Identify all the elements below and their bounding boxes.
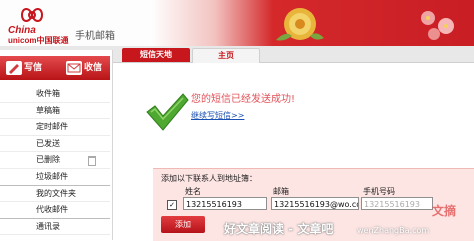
contact-email-input[interactable]: 13215516193@wo.com.cn [271,197,359,210]
peony-decoration-icon [276,8,324,41]
sidebar-item-sent[interactable]: 已发送 [0,136,110,153]
mail-action-bar: 写信 收信 [0,56,110,80]
app-name: 手机邮箱 [75,31,115,42]
envelope-icon [66,60,82,75]
unicom-logo-icon [20,8,44,22]
plum-blossom-decoration-icon [421,11,454,40]
write-mail-button[interactable]: 写信 [6,59,58,77]
sidebar-item-deleted-label: 已删除 [36,155,60,165]
sidebar-item-my-folders[interactable]: 我的文件夹 [0,186,110,203]
success-message: 您的短信已经发送成功! [191,94,296,105]
pencil-icon [6,60,22,75]
sidebar-item-collected-mail[interactable]: 代收邮件 [0,202,110,219]
sidebar-item-inbox[interactable]: 收件箱 [0,86,110,103]
folder-list: 收件箱 草稿箱 定时邮件 已发送 已删除 垃圾邮件 我的文件夹 代收邮件 通讯录 [0,86,110,236]
column-header-email: 邮箱 [273,187,289,196]
logo-text-unicom: unicom中国联通 [8,36,69,45]
continue-writing-link[interactable]: 继续写短信>> [191,110,244,121]
write-mail-label: 写信 [24,63,43,73]
trash-icon[interactable] [88,156,96,167]
receive-mail-label: 收信 [84,63,103,73]
header-banner: China unicom中国联通 手机邮箱 [0,0,474,46]
contact-select-checkbox[interactable]: ✓ [167,200,177,210]
sidebar-item-scheduled[interactable]: 定时邮件 [0,119,110,136]
column-header-name: 姓名 [185,187,201,196]
checkmark-icon [146,93,189,131]
sidebar-item-address-book[interactable]: 通讯录 [0,219,110,236]
add-contact-title: 添加以下联系人到地址簿： [161,174,257,183]
sidebar-item-drafts[interactable]: 草稿箱 [0,103,110,120]
sidebar-item-spam[interactable]: 垃圾邮件 [0,169,110,186]
column-header-phone: 手机号码 [363,187,395,196]
tab-home[interactable]: 主页 [192,48,260,63]
watermark-stamp: 文摘 [431,204,456,218]
watermark-url: wenZhangBa.com [357,226,430,235]
tab-sms-world[interactable]: 短信天地 [122,48,190,62]
receive-mail-button[interactable]: 收信 [66,59,110,77]
watermark-text: 好文章阅读 - 文章吧 [224,222,334,236]
contact-name-input[interactable]: 13215516193 [183,197,267,210]
add-contact-button[interactable]: 添加 [161,216,205,233]
sidebar: 写信 收信 收件箱 草稿箱 定时邮件 已发送 已删除 垃圾邮件 我的文件夹 代收… [0,50,113,240]
sidebar-item-deleted[interactable]: 已删除 [0,152,110,169]
